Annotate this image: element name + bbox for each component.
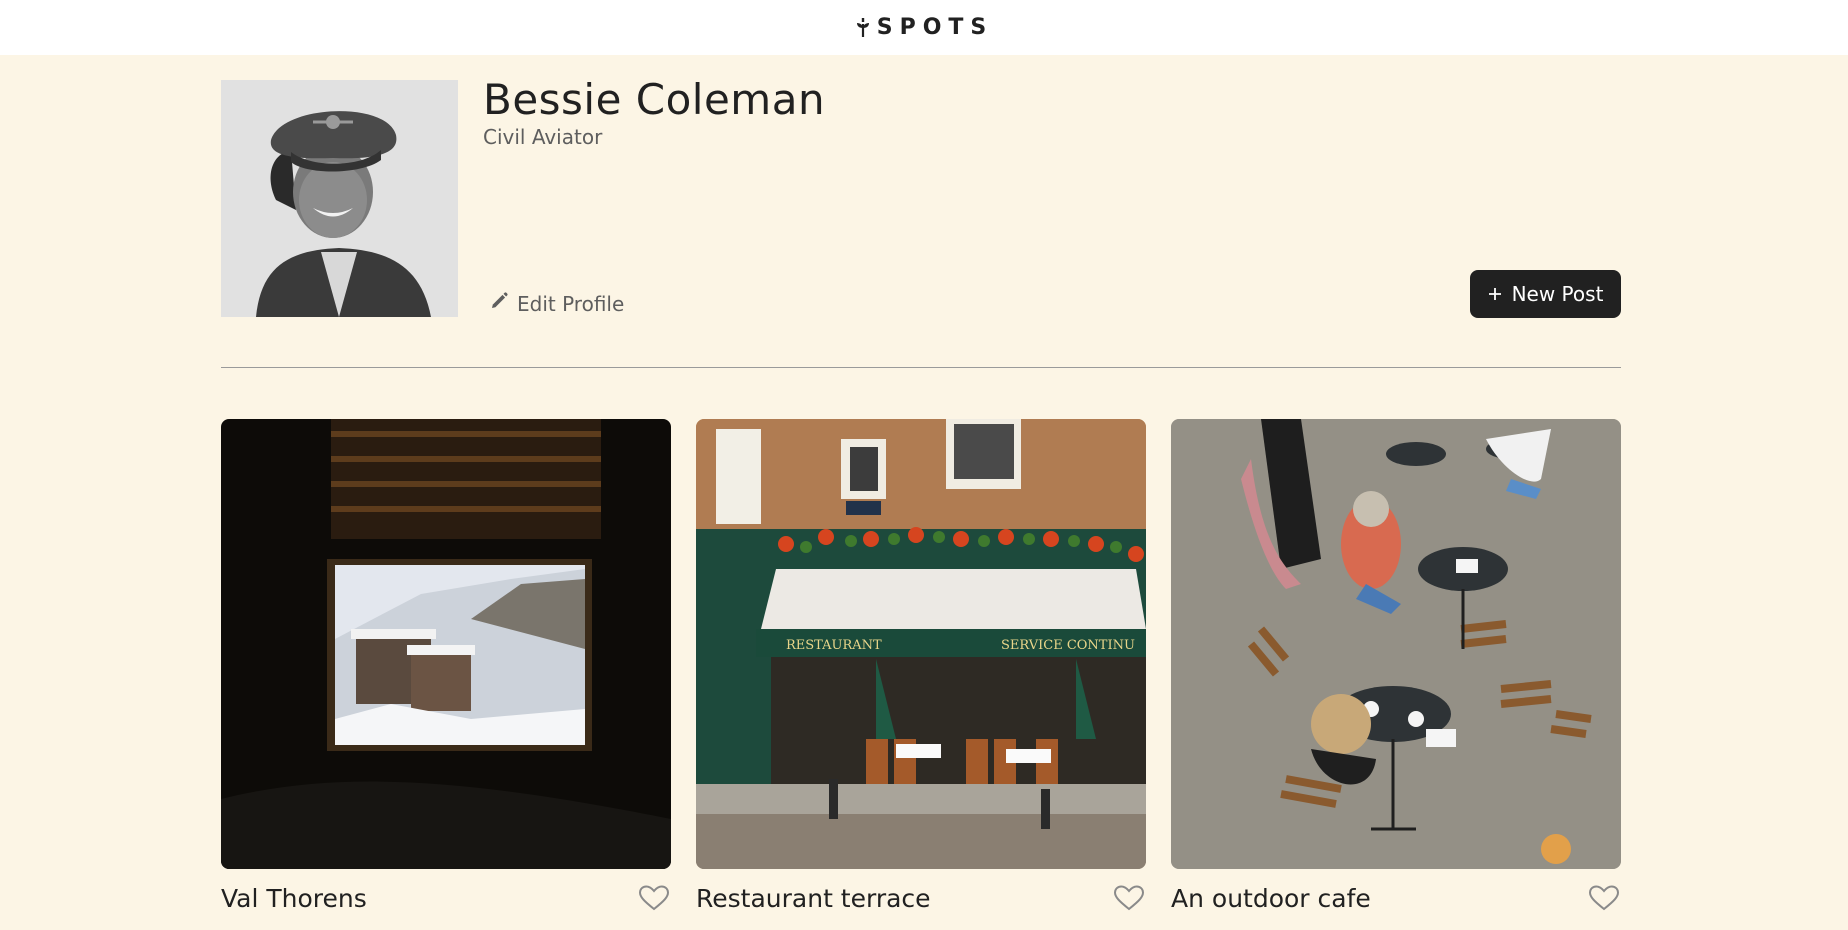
profile-name: Bessie Coleman — [483, 75, 826, 124]
pencil-icon — [489, 291, 509, 316]
heart-icon — [638, 885, 670, 911]
card-title: Val Thorens — [221, 883, 367, 913]
edit-profile-button[interactable]: Edit Profile — [489, 291, 624, 316]
card: RESTAURANT SERVICE CONTINU Restaurant te… — [696, 419, 1146, 927]
like-button[interactable] — [1112, 883, 1146, 913]
site-header: SPOTS — [0, 0, 1848, 55]
card-title: An outdoor cafe — [1171, 883, 1371, 913]
edit-profile-label: Edit Profile — [517, 291, 625, 316]
svg-text:RESTAURANT: RESTAURANT — [786, 638, 882, 653]
card-footer: Val Thorens — [221, 869, 671, 927]
logo-text: SPOTS — [876, 15, 994, 40]
profile-description: Civil Aviator — [483, 125, 603, 149]
card: An outdoor cafe — [1171, 419, 1621, 927]
like-button[interactable] — [1587, 883, 1621, 913]
sprout-icon — [855, 17, 871, 39]
card-image[interactable] — [221, 419, 671, 869]
heart-icon — [1113, 885, 1145, 911]
main-content: Bessie Coleman Civil Aviator Edit Profil… — [221, 55, 1621, 913]
outdoor-cafe-tables-photo — [1171, 419, 1621, 869]
snowy-mountain-window-photo — [221, 419, 671, 869]
new-post-button[interactable]: New Post — [1470, 270, 1621, 318]
like-button[interactable] — [637, 883, 671, 913]
heart-icon — [1588, 885, 1620, 911]
svg-text:SERVICE CONTINU: SERVICE CONTINU — [1001, 638, 1135, 653]
plus-icon — [1488, 282, 1502, 306]
card-image[interactable]: RESTAURANT SERVICE CONTINU — [696, 419, 1146, 869]
profile-section: Bessie Coleman Civil Aviator Edit Profil… — [221, 55, 1621, 368]
card-list: Val Thorens RESTAURANT SERVICE CONTINU R… — [221, 419, 1621, 927]
avatar — [221, 80, 458, 317]
card-footer: An outdoor cafe — [1171, 869, 1621, 927]
card-title: Restaurant terrace — [696, 883, 931, 913]
card: Val Thorens — [221, 419, 671, 927]
card-image[interactable] — [1171, 419, 1621, 869]
restaurant-storefront-photo: RESTAURANT SERVICE CONTINU — [696, 419, 1146, 869]
card-footer: Restaurant terrace — [696, 869, 1146, 927]
new-post-label: New Post — [1511, 282, 1604, 306]
